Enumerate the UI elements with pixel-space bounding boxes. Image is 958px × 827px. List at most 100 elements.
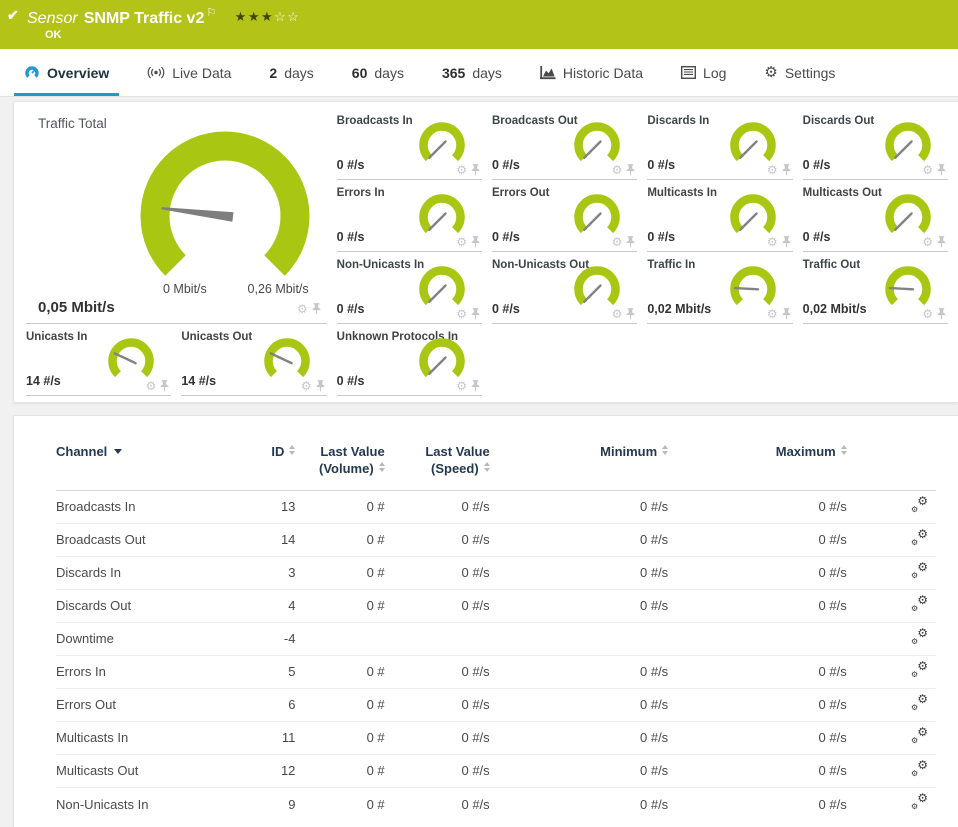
traffic-total-gauge-dial (127, 130, 323, 280)
gauge-cell[interactable]: Unknown Protocols In 0 #/s ⚙ (337, 324, 482, 396)
tab-settings[interactable]: ⚙ Settings (754, 49, 845, 96)
gear-icon[interactable]: ⚙ (456, 380, 467, 392)
traffic-total-gauge-cell[interactable]: Traffic Total 0 Mbit/s 0,26 Mbit/s 0,05 … (26, 108, 327, 324)
channel-maximum: 0 #/s (668, 589, 847, 622)
gear-icon[interactable]: ⚙ (456, 236, 467, 248)
pin-icon[interactable] (626, 164, 635, 176)
gauge-cell[interactable]: Unicasts Out 14 #/s ⚙ (181, 324, 326, 396)
pin-icon[interactable] (471, 164, 480, 176)
pin-icon[interactable] (312, 303, 321, 315)
gauge-cell[interactable]: Errors Out 0 #/s ⚙ (492, 180, 637, 252)
channel-last-value-volume: 0 # (295, 589, 384, 622)
tab-historic-data[interactable]: Historic Data (530, 49, 653, 96)
table-row: Errors Out 6 0 # 0 #/s 0 #/s 0 #/s ⚙⚙ (56, 688, 936, 721)
channel-name: Multicasts In (56, 721, 224, 754)
gear-icon[interactable]: ⚙ (767, 164, 778, 176)
table-row: Downtime -4 ⚙⚙ (56, 622, 936, 655)
gear-icon[interactable]: ⚙ (767, 308, 778, 320)
pin-icon[interactable] (782, 308, 791, 320)
pin-icon[interactable] (626, 308, 635, 320)
gear-icon[interactable]: ⚙ (146, 380, 157, 392)
channel-settings-gears-icon[interactable]: ⚙⚙ (911, 630, 928, 645)
channel-settings-gears-icon[interactable]: ⚙⚙ (911, 597, 928, 612)
pin-icon[interactable] (937, 236, 946, 248)
channel-settings-gears-icon[interactable]: ⚙⚙ (911, 795, 928, 810)
pin-icon[interactable] (782, 236, 791, 248)
channel-settings-gears-icon[interactable]: ⚙⚙ (911, 762, 928, 777)
channel-name: Broadcasts In (56, 490, 224, 523)
column-header-last-value-volume[interactable]: Last Value (Volume) (295, 440, 384, 490)
channel-settings-gears-icon[interactable]: ⚙⚙ (911, 498, 928, 513)
pin-icon[interactable] (782, 164, 791, 176)
pin-icon[interactable] (937, 308, 946, 320)
channel-minimum: 0 #/s (490, 721, 669, 754)
gauge-cell[interactable]: Multicasts In 0 #/s ⚙ (647, 180, 792, 252)
gear-icon[interactable]: ⚙ (612, 236, 623, 248)
gauge-cell[interactable]: Non-Unicasts In 0 #/s ⚙ (337, 252, 482, 324)
gear-icon[interactable]: ⚙ (301, 380, 312, 392)
channel-minimum: 0 #/s (490, 688, 669, 721)
tab-365-days[interactable]: 365 days (432, 49, 512, 96)
gauge-cell[interactable]: Non-Unicasts Out 0 #/s ⚙ (492, 252, 637, 324)
tab-60-days[interactable]: 60 days (342, 49, 414, 96)
channel-name: Errors In (56, 655, 224, 688)
pin-icon[interactable] (626, 236, 635, 248)
table-row: Broadcasts Out 14 0 # 0 #/s 0 #/s 0 #/s … (56, 523, 936, 556)
channel-maximum (668, 622, 847, 655)
gear-icon[interactable]: ⚙ (612, 308, 623, 320)
channel-id: 4 (224, 589, 295, 622)
pin-icon[interactable] (316, 380, 325, 392)
status-check-icon: ✔ (7, 7, 19, 24)
gauge-cell[interactable]: Broadcasts Out 0 #/s ⚙ (492, 108, 637, 180)
gear-icon[interactable]: ⚙ (612, 164, 623, 176)
pin-icon[interactable] (471, 236, 480, 248)
tab-log[interactable]: Log (671, 49, 736, 96)
pin-icon[interactable] (937, 164, 946, 176)
column-header-channel[interactable]: Channel (56, 440, 224, 490)
gear-icon[interactable]: ⚙ (922, 164, 933, 176)
channel-last-value-speed: 0 #/s (385, 787, 490, 820)
tab-2-days[interactable]: 2 days (259, 49, 323, 96)
gauge-cell[interactable]: Discards Out 0 #/s ⚙ (803, 108, 948, 180)
channel-last-value-speed: 0 #/s (385, 754, 490, 787)
tab-overview[interactable]: Overview (14, 49, 119, 96)
channel-settings-gears-icon[interactable]: ⚙⚙ (911, 663, 928, 678)
tab-live-data[interactable]: Live Data (137, 49, 241, 96)
gauge-cell[interactable]: Unicasts In 14 #/s ⚙ (26, 324, 171, 396)
gear-icon[interactable]: ⚙ (456, 308, 467, 320)
column-header-minimum[interactable]: Minimum (490, 440, 669, 490)
channel-maximum: 0 #/s (668, 490, 847, 523)
gauge-value: 14 #/s (26, 374, 61, 388)
channel-maximum: 0 #/s (668, 754, 847, 787)
column-header-maximum[interactable]: Maximum (668, 440, 847, 490)
channel-settings-gears-icon[interactable]: ⚙⚙ (911, 531, 928, 546)
channel-maximum: 0 #/s (668, 523, 847, 556)
gauge-cell[interactable]: Traffic Out 0,02 Mbit/s ⚙ (803, 252, 948, 324)
gear-icon[interactable]: ⚙ (456, 164, 467, 176)
channel-last-value-speed: 0 #/s (385, 589, 490, 622)
pin-icon[interactable] (471, 308, 480, 320)
channel-id: 11 (224, 721, 295, 754)
gear-icon[interactable]: ⚙ (767, 236, 778, 248)
flag-icon[interactable]: ⚐ (206, 7, 216, 19)
gear-icon[interactable]: ⚙ (297, 303, 308, 315)
column-header-id[interactable]: ID (224, 440, 295, 490)
priority-stars[interactable]: ★★★☆☆ (235, 9, 301, 24)
gauge-cell[interactable]: Broadcasts In 0 #/s ⚙ (337, 108, 482, 180)
gear-icon[interactable]: ⚙ (922, 308, 933, 320)
gauge-cell[interactable]: Errors In 0 #/s ⚙ (337, 180, 482, 252)
channel-settings-gears-icon[interactable]: ⚙⚙ (911, 696, 928, 711)
channel-settings-gears-icon[interactable]: ⚙⚙ (911, 564, 928, 579)
channel-id: 6 (224, 688, 295, 721)
gear-icon[interactable]: ⚙ (922, 236, 933, 248)
channel-maximum: 0 #/s (668, 787, 847, 820)
column-header-last-value-speed[interactable]: Last Value (Speed) (385, 440, 490, 490)
pin-icon[interactable] (160, 380, 169, 392)
gauge-value: 0 #/s (492, 302, 520, 316)
gauge-cell[interactable]: Multicasts Out 0 #/s ⚙ (803, 180, 948, 252)
gauge-cell[interactable]: Traffic In 0,02 Mbit/s ⚙ (647, 252, 792, 324)
channel-settings-gears-icon[interactable]: ⚙⚙ (911, 729, 928, 744)
historic-chart-icon (540, 66, 556, 80)
gauge-cell[interactable]: Discards In 0 #/s ⚙ (647, 108, 792, 180)
pin-icon[interactable] (471, 380, 480, 392)
